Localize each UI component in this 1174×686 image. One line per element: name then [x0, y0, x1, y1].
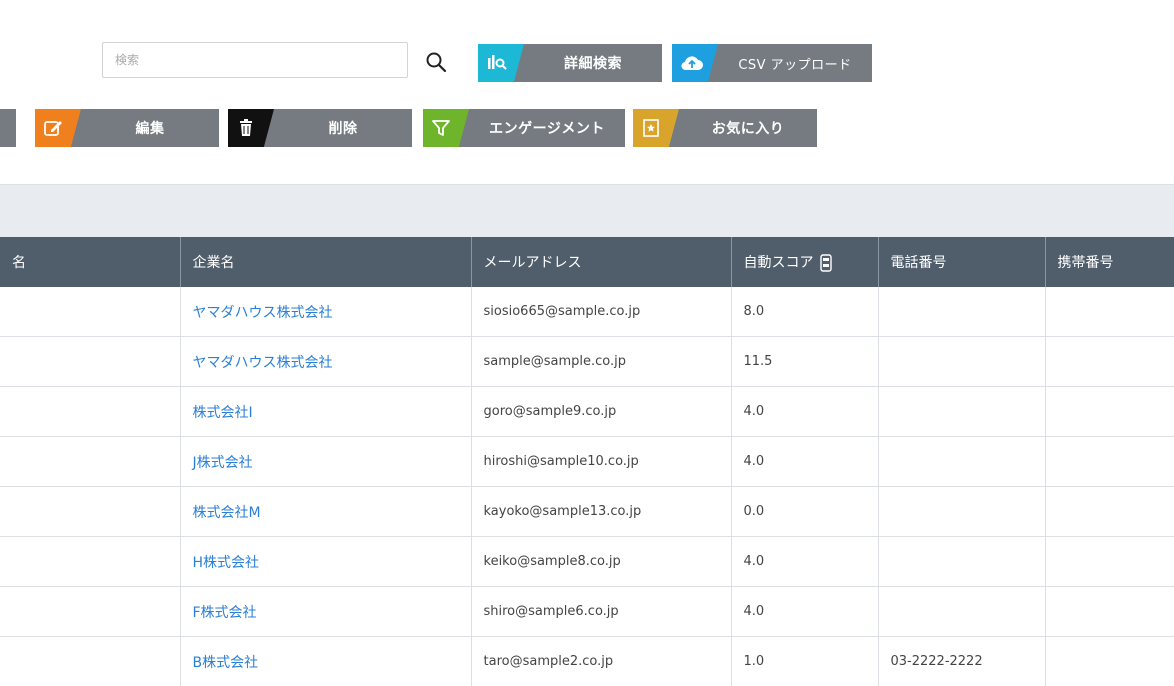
- bookmark-star-icon: [633, 109, 679, 147]
- cell-name: [0, 287, 181, 337]
- table-row[interactable]: 株式会社M kayoko@sample13.co.jp 0.0: [0, 486, 1174, 537]
- cell-mobile: [1045, 636, 1174, 686]
- cell-company[interactable]: 株式会社I: [180, 386, 472, 437]
- cell-company[interactable]: H株式会社: [180, 536, 472, 587]
- cell-mobile: [1045, 486, 1174, 537]
- cell-phone: [878, 386, 1046, 437]
- column-header-score-label: 自動スコア: [743, 255, 814, 271]
- csv-upload-label: CSV アップロード: [738, 57, 852, 73]
- cell-mobile: [1045, 536, 1174, 587]
- funnel-icon: [423, 109, 469, 147]
- table-header-row: 名 企業名 メールアドレス 自動スコア 電話番号 携帯番号: [0, 237, 1174, 287]
- cell-score: 8.0: [731, 287, 879, 337]
- cell-company[interactable]: B株式会社: [180, 636, 472, 686]
- cell-score: 4.0: [731, 386, 879, 437]
- contacts-table: 名 企業名 メールアドレス 自動スコア 電話番号 携帯番号 ヤマダハウス株式会社…: [0, 237, 1174, 686]
- cell-email: keiko@sample8.co.jp: [471, 536, 732, 587]
- cell-email: hiroshi@sample10.co.jp: [471, 436, 732, 487]
- table-row[interactable]: H株式会社 keiko@sample8.co.jp 4.0: [0, 536, 1174, 587]
- cell-phone: 03-2222-2222: [878, 636, 1046, 686]
- partial-button[interactable]: [0, 109, 16, 147]
- favorite-label: お気に入り: [711, 121, 785, 137]
- search-input[interactable]: [102, 42, 408, 78]
- table-row[interactable]: ヤマダハウス株式会社 siosio665@sample.co.jp 8.0: [0, 287, 1174, 337]
- toolbar-band: [0, 184, 1174, 237]
- delete-button[interactable]: 削除: [228, 109, 412, 147]
- column-header-name[interactable]: 名: [0, 237, 181, 287]
- cell-email: taro@sample2.co.jp: [471, 636, 732, 686]
- column-header-phone[interactable]: 電話番号: [878, 237, 1046, 287]
- cell-score: 4.0: [731, 586, 879, 637]
- column-header-score[interactable]: 自動スコア: [731, 237, 879, 287]
- cell-name: [0, 586, 181, 637]
- cell-email: kayoko@sample13.co.jp: [471, 486, 732, 537]
- cell-company[interactable]: ヤマダハウス株式会社: [180, 336, 472, 387]
- cell-mobile: [1045, 287, 1174, 337]
- cell-phone: [878, 336, 1046, 387]
- cell-name: [0, 536, 181, 587]
- cell-phone: [878, 287, 1046, 337]
- column-header-mobile[interactable]: 携帯番号: [1045, 237, 1174, 287]
- cell-phone: [878, 586, 1046, 637]
- detail-search-button[interactable]: 詳細検索: [478, 44, 662, 82]
- cell-phone: [878, 486, 1046, 537]
- cell-email: shiro@sample6.co.jp: [471, 586, 732, 637]
- cell-email: goro@sample9.co.jp: [471, 386, 732, 437]
- cell-mobile: [1045, 436, 1174, 487]
- cell-phone: [878, 536, 1046, 587]
- cloud-upload-icon: [672, 44, 718, 82]
- csv-upload-button[interactable]: CSV アップロード: [672, 44, 872, 82]
- table-row[interactable]: F株式会社 shiro@sample6.co.jp 4.0: [0, 586, 1174, 637]
- engagement-button[interactable]: エンゲージメント: [423, 109, 625, 147]
- cell-score: 4.0: [731, 536, 879, 587]
- cell-company[interactable]: ヤマダハウス株式会社: [180, 287, 472, 337]
- delete-label: 削除: [328, 121, 358, 137]
- cell-name: [0, 486, 181, 537]
- score-info-icon[interactable]: [819, 254, 832, 272]
- edit-label: 編集: [135, 121, 165, 137]
- engagement-label: エンゲージメント: [489, 121, 605, 137]
- detail-search-icon: [478, 44, 524, 82]
- cell-mobile: [1045, 336, 1174, 387]
- cell-name: [0, 436, 181, 487]
- search-icon[interactable]: [424, 50, 448, 74]
- cell-name: [0, 636, 181, 686]
- table-row[interactable]: B株式会社 taro@sample2.co.jp 1.0 03-2222-2222: [0, 636, 1174, 686]
- cell-score: 1.0: [731, 636, 879, 686]
- favorite-button[interactable]: お気に入り: [633, 109, 817, 147]
- table-row[interactable]: J株式会社 hiroshi@sample10.co.jp 4.0: [0, 436, 1174, 487]
- cell-score: 0.0: [731, 486, 879, 537]
- cell-score: 4.0: [731, 436, 879, 487]
- edit-button[interactable]: 編集: [35, 109, 219, 147]
- cell-phone: [878, 436, 1046, 487]
- cell-mobile: [1045, 386, 1174, 437]
- cell-mobile: [1045, 586, 1174, 637]
- trash-icon: [228, 109, 274, 147]
- cell-company[interactable]: 株式会社M: [180, 486, 472, 537]
- detail-search-label: 詳細検索: [564, 56, 622, 72]
- column-header-email[interactable]: メールアドレス: [471, 237, 732, 287]
- cell-company[interactable]: F株式会社: [180, 586, 472, 637]
- table-row[interactable]: 株式会社I goro@sample9.co.jp 4.0: [0, 386, 1174, 437]
- cell-name: [0, 336, 181, 387]
- cell-email: siosio665@sample.co.jp: [471, 287, 732, 337]
- cell-email: sample@sample.co.jp: [471, 336, 732, 387]
- cell-company[interactable]: J株式会社: [180, 436, 472, 487]
- cell-name: [0, 386, 181, 437]
- column-header-company[interactable]: 企業名: [180, 237, 472, 287]
- table-row[interactable]: ヤマダハウス株式会社 sample@sample.co.jp 11.5: [0, 336, 1174, 387]
- cell-score: 11.5: [731, 336, 879, 387]
- edit-icon: [35, 109, 81, 147]
